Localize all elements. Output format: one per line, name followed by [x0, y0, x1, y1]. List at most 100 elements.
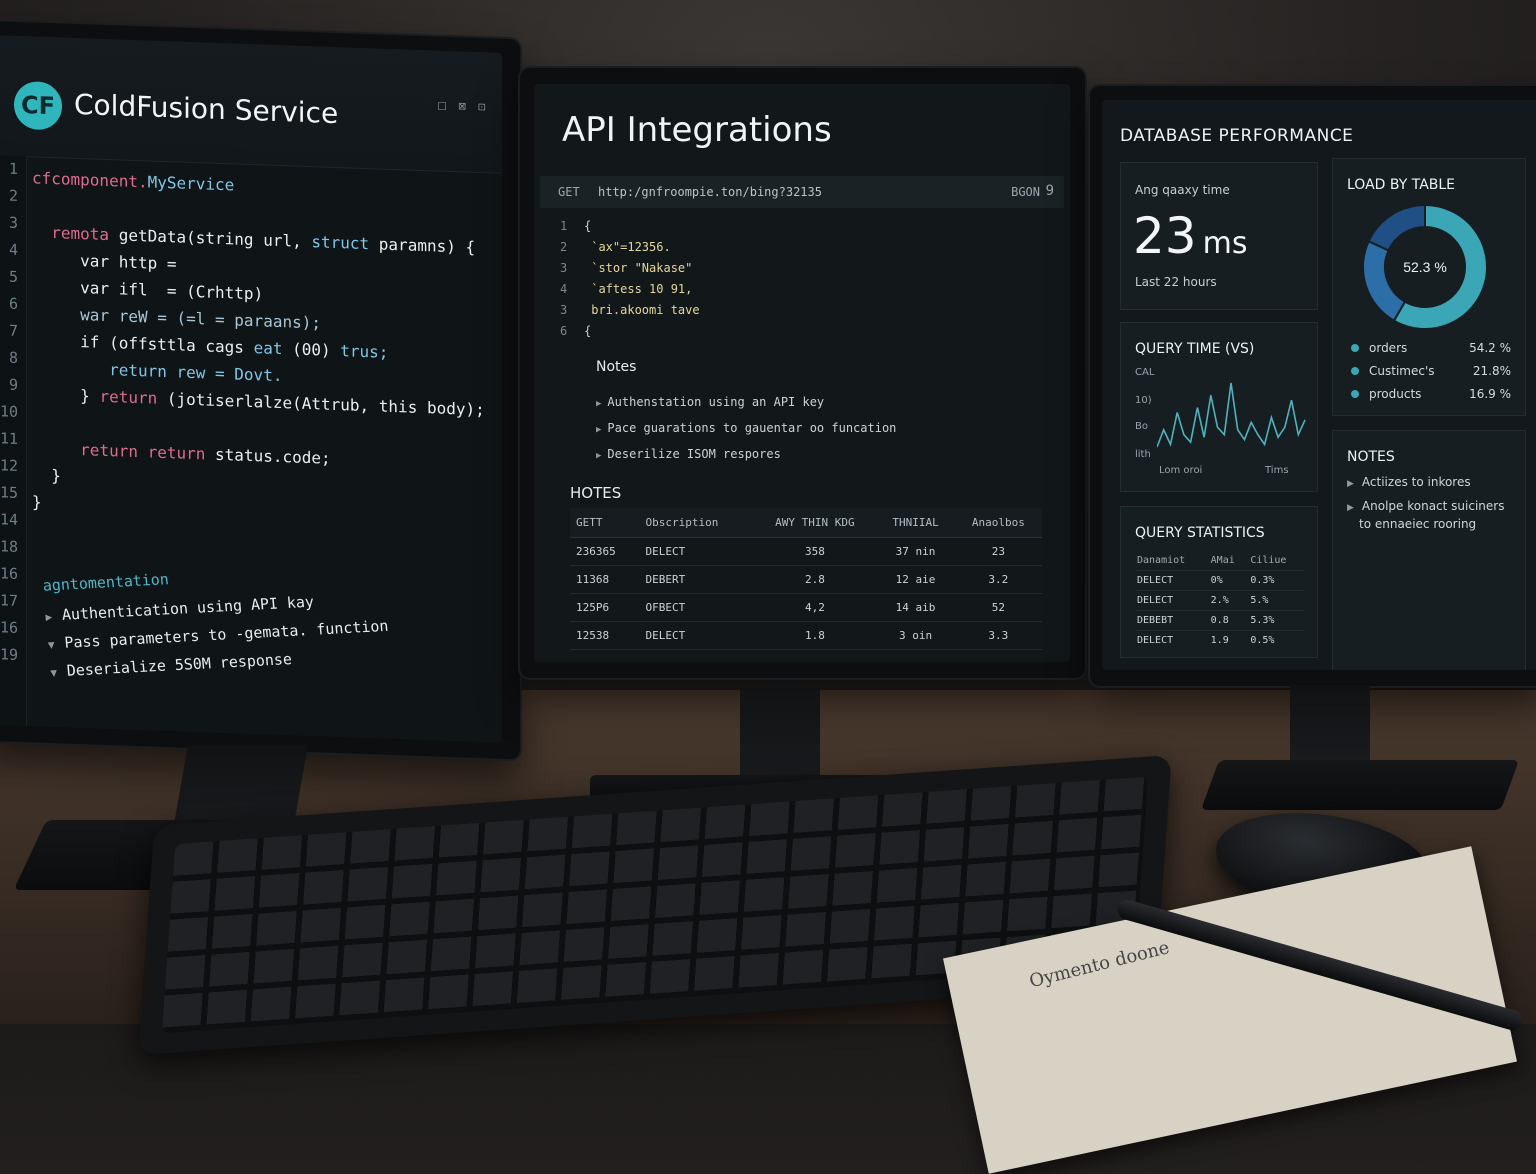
column-header[interactable]: Anaolbos [954, 508, 1042, 538]
column-header[interactable]: GETT [570, 508, 640, 538]
table-row[interactable]: 12538 DELECT 1.8 3 oin 3.3 [570, 621, 1042, 650]
query-statistics-card: QUERY STATISTICS Danamiot AMai Ciliue DE… [1120, 506, 1318, 658]
column-header[interactable]: Danamiot [1135, 551, 1209, 571]
table-row[interactable]: DELECT 1.9 0.5% [1135, 630, 1305, 650]
notes-title: Notes [596, 359, 637, 375]
table-cell: 3.3 [954, 621, 1042, 650]
table-cell: 0.8 [1208, 610, 1249, 631]
card-title: QUERY TIME (VS) [1135, 341, 1255, 357]
editor-header: CF ColdFusion Service □ ⊠ ⊡ [0, 34, 502, 174]
line-number: 4 [8, 240, 18, 259]
documentation-section: agntomentation ▶ Authentication using API… [42, 554, 490, 691]
caret-icon: ▶ [1347, 479, 1354, 489]
table-row[interactable]: 11368 DEBERT 2.8 12 aie 3.2 [570, 565, 1042, 594]
table-cell: 2.8 [753, 565, 877, 594]
column-header[interactable]: AMai [1209, 551, 1249, 571]
x-tick-label: Tims [1265, 465, 1289, 476]
code-editor[interactable]: cfcomponent.MyService remota getData(str… [32, 164, 502, 531]
request-url-input[interactable]: http:/gnfroompie.ton/bing?32135 [598, 185, 822, 199]
legend-dot-icon [1351, 367, 1359, 375]
line-number: 3 [560, 261, 568, 275]
table-cell: 3.2 [954, 565, 1042, 594]
column-header[interactable]: Ciliue [1248, 551, 1305, 571]
table-row[interactable]: DELECT 2.% 5.% [1135, 590, 1305, 611]
list-item: to ennaeiec rooring [1359, 517, 1477, 531]
line-number: 6 [560, 324, 568, 338]
json-line: 6{ [560, 321, 700, 342]
window-controls-icon[interactable]: □ ⊠ ⊡ [437, 101, 490, 114]
table-cell: 4,2 [753, 593, 877, 622]
table-row[interactable]: DELECT 0% 0.3% [1135, 570, 1305, 591]
line-number: 1 [8, 159, 18, 178]
caret-icon: ▶ [1347, 503, 1354, 513]
legend-dot-icon [1351, 344, 1359, 352]
line-number: 12 [0, 456, 18, 475]
column-header[interactable]: AWY THIN KDG [753, 508, 877, 538]
table-cell: 3 oin [876, 621, 955, 650]
table-cell: 12 aie [876, 565, 955, 594]
right-monitor: DATABASE PERFORMANCE Ang qaaxy time 23 ms… [1090, 86, 1536, 686]
table-title: HOTES [570, 484, 622, 502]
table-cell: 1.9 [1208, 630, 1249, 650]
column-header[interactable]: THNIIAL [876, 508, 955, 538]
format-icon[interactable]: 9 [1046, 183, 1054, 199]
line-number: 2 [560, 240, 568, 254]
table-row[interactable]: 236365 DELECT 358 37 nin 23 [570, 537, 1042, 566]
table-cell: DELECT [1135, 630, 1209, 650]
line-number: 17 [0, 591, 18, 610]
line-number: 19 [0, 645, 18, 664]
y-tick-label: 10) [1135, 395, 1152, 406]
json-response: 1{2 `ax"=12356. 3 `stor "Nakase" 4 `aftess… [560, 216, 700, 342]
table-row[interactable]: 125P6 OFBECT 4,2 14 aib 52 [570, 593, 1042, 622]
line-number: 7 [8, 321, 18, 340]
table-cell: 1.8 [753, 621, 877, 650]
avg-query-label: Ang qaaxy time [1135, 183, 1230, 197]
line-number: 16 [0, 618, 18, 637]
left-monitor: CF ColdFusion Service □ ⊠ ⊡ 1 2 3 4 5 6 7 8 9 10 1… [0, 20, 520, 760]
table-cell: 0.5% [1248, 630, 1305, 650]
caret-icon: ▶ [596, 425, 602, 435]
caret-icon: ▼ [49, 666, 58, 680]
column-header[interactable]: Obscription [639, 508, 754, 538]
table-cell: 358 [753, 537, 877, 566]
table-cell: 5.% [1248, 590, 1305, 611]
http-method[interactable]: GET [558, 185, 580, 199]
caret-icon: ▼ [47, 638, 56, 652]
list-item: ▶ Anolpe konact suiciners [1347, 499, 1505, 513]
table-row[interactable]: DEBEBT 0.8 5.3% [1135, 610, 1305, 631]
list-item: ▶ Deserilize ISOM respores [596, 447, 781, 461]
list-item: ▶ Pace guarations to gauentar oo funcatio… [596, 421, 897, 435]
table-cell: DELECT [639, 621, 754, 650]
page-title: API Integrations [562, 110, 832, 150]
query-time-card: QUERY TIME (VS) CAL 10) Bo lith Lom oroi… [1120, 322, 1318, 492]
table-cell: 236365 [570, 537, 640, 566]
api-integrations-screen: API Integrations GET http:/gnfroompie.to… [534, 84, 1070, 662]
page-title: DATABASE PERFORMANCE [1120, 126, 1354, 146]
table-cell: DELECT [639, 537, 754, 566]
legend-item: Custimec's 21.8% [1351, 360, 1511, 383]
response-format[interactable]: BGON [1011, 185, 1040, 199]
table-cell: 11368 [570, 565, 640, 594]
line-number: 8 [8, 348, 18, 367]
x-tick-label: Lom oroi [1159, 465, 1203, 476]
database-performance-screen: DATABASE PERFORMANCE Ang qaaxy time 23 ms… [1102, 100, 1536, 670]
line-number: 4 [560, 282, 568, 296]
donut-slice[interactable] [1362, 239, 1407, 323]
caret-icon: ▶ [44, 610, 53, 624]
table-header-row: Danamiot AMai Ciliue [1135, 551, 1305, 571]
notepad-handwriting: Oymento doone [1027, 937, 1172, 993]
donut-center-label: 52.3 % [1403, 259, 1447, 275]
table-cell: DEBEBT [1135, 610, 1209, 631]
table-cell: 14 aib [876, 593, 955, 622]
query-time-sparkline [1157, 382, 1306, 448]
donut-slice[interactable] [1367, 203, 1426, 252]
line-number: 2 [8, 186, 18, 205]
json-line: 4 `aftess 10 91, [560, 279, 700, 300]
table-cell: 5.3% [1248, 610, 1305, 631]
table-cell: 37 nin [876, 537, 955, 566]
json-line: 1{ [560, 216, 700, 237]
table-header-row: GETT Obscription AWY THIN KDG THNIIAL An… [570, 508, 1042, 538]
legend-dot-icon [1351, 390, 1359, 398]
line-number: 6 [8, 294, 18, 313]
request-bar[interactable]: GET http:/gnfroompie.ton/bing?32135 BGON… [540, 176, 1064, 208]
